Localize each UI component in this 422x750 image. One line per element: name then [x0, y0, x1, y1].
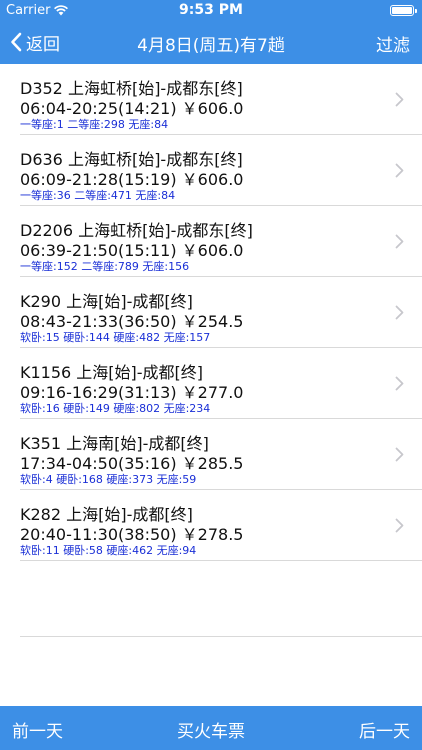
chevron-right-icon [395, 234, 404, 249]
status-bar: Carrier 9:53 PM [0, 0, 422, 20]
train-list: D352 上海虹桥[始]-成都东[终] 06:04-20:25(14:21) ￥… [0, 64, 422, 636]
chevron-right-icon [395, 163, 404, 178]
train-row[interactable]: K290 上海[始]-成都[终] 08:43-21:33(36:50) ￥254… [20, 277, 422, 348]
train-row[interactable]: D2206 上海虹桥[始]-成都东[终] 06:39-21:50(15:11) … [20, 206, 422, 277]
chevron-right-icon [395, 92, 404, 107]
filter-button[interactable]: 过滤 [376, 31, 410, 56]
top-bar: Carrier 9:53 PM 返回 4月8日(周五)有7趟 过滤 [0, 0, 422, 64]
train-seat-availability: 软卧:4 硬卧:168 硬座:373 无座:59 [20, 473, 197, 486]
chevron-right-icon [395, 376, 404, 391]
train-row[interactable]: K282 上海[始]-成都[终] 20:40-11:30(38:50) ￥278… [20, 490, 422, 561]
train-row[interactable]: K351 上海南[始]-成都[终] 17:34-04:50(35:16) ￥28… [20, 419, 422, 490]
next-day-button[interactable]: 后一天 [359, 717, 410, 742]
train-seat-availability: 一等座:152 二等座:789 无座:156 [20, 260, 190, 273]
train-seat-availability: 软卧:16 硬卧:149 硬座:802 无座:234 [20, 402, 211, 415]
chevron-right-icon [395, 518, 404, 533]
chevron-right-icon [395, 305, 404, 320]
train-seat-availability: 一等座:36 二等座:471 无座:84 [20, 189, 176, 202]
train-row[interactable]: D352 上海虹桥[始]-成都东[终] 06:04-20:25(14:21) ￥… [20, 64, 422, 135]
list-divider [20, 636, 422, 637]
train-seat-availability: 软卧:11 硬卧:58 硬座:462 无座:94 [20, 544, 197, 557]
page-title: 4月8日(周五)有7趟 [137, 36, 285, 56]
battery-icon [390, 5, 417, 16]
nav-bar: 返回 4月8日(周五)有7趟 过滤 [0, 20, 422, 64]
train-seat-availability: 软卧:15 硬卧:144 硬座:482 无座:157 [20, 331, 211, 344]
train-row[interactable]: K1156 上海[始]-成都[终] 09:16-16:29(31:13) ￥27… [20, 348, 422, 419]
status-time: 9:53 PM [179, 2, 243, 18]
train-seat-availability: 一等座:1 二等座:298 无座:84 [20, 118, 169, 131]
bottom-toolbar: 前一天 买火车票 后一天 [0, 706, 422, 750]
chevron-right-icon [395, 447, 404, 462]
train-row[interactable]: D636 上海虹桥[始]-成都东[终] 06:09-21:28(15:19) ￥… [20, 135, 422, 206]
train-list-screen: Carrier 9:53 PM 返回 4月8日(周五)有7趟 过滤 D352 上… [0, 0, 422, 750]
